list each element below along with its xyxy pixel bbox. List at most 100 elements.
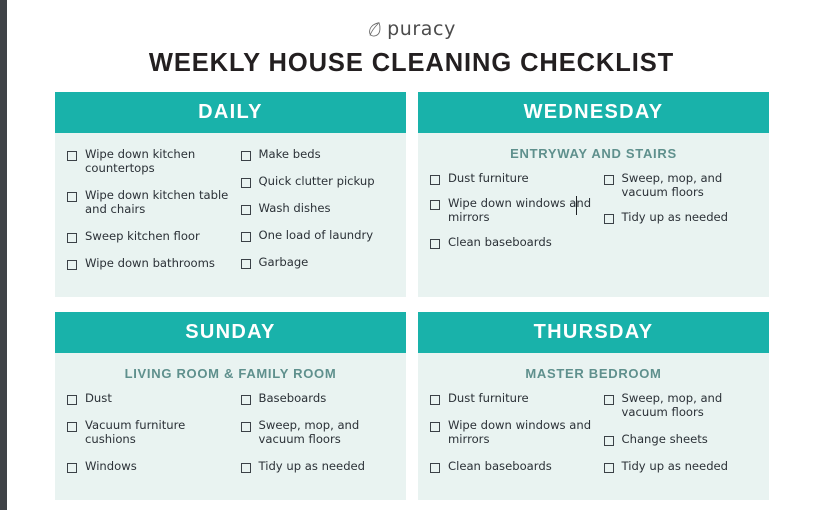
card-header-sunday: SUNDAY (55, 312, 406, 353)
task-columns: Dust furniture Wipe down windows and mirr… (430, 391, 757, 486)
checklist-item[interactable]: Change sheets (603, 432, 758, 446)
card-subheading-sunday: LIVING ROOM & FAMILY ROOM (124, 366, 337, 381)
checklist-item[interactable]: Tidy up as needed (603, 210, 758, 224)
checklist-item[interactable]: One load of laundry (240, 228, 395, 242)
task-column: Make beds Quick clutter pickup Wash dishes… (231, 147, 395, 283)
checklist-item-label: Tidy up as needed (621, 459, 729, 473)
task-column: Dust furniture Wipe down windows and mirr… (430, 391, 594, 486)
checklist-item-label: Dust furniture (448, 171, 529, 185)
card-header-thursday: THURSDAY (418, 312, 769, 353)
checkbox-icon[interactable] (603, 436, 614, 446)
checklist-item[interactable]: Sweep kitchen floor (67, 229, 231, 243)
checklist-item[interactable]: Vacuum furniture cushions (67, 418, 231, 446)
checklist-item[interactable]: Dust furniture (430, 391, 594, 405)
checklist-item-label: Dust furniture (448, 391, 529, 405)
checklist-item[interactable]: Dust (67, 391, 231, 405)
checklist-item[interactable]: Wipe down kitchen table and chairs (67, 188, 231, 216)
card-thursday: THURSDAY MASTER BEDROOM Dust furniture Wipe… (418, 312, 769, 500)
checkbox-icon[interactable] (430, 175, 440, 185)
checklist-item[interactable]: Quick clutter pickup (240, 174, 395, 188)
checkbox-icon[interactable] (67, 463, 77, 473)
checkbox-icon[interactable] (240, 259, 251, 269)
checklist-item-label: Change sheets (621, 432, 708, 446)
checklist-item[interactable]: Dust furniture (430, 171, 594, 185)
card-body-daily: Wipe down kitchen countertops Wipe down k… (55, 133, 406, 297)
checkbox-icon[interactable] (240, 422, 251, 432)
checklist-item[interactable]: Wipe down windows and mirrors (430, 418, 594, 446)
checkbox-icon[interactable] (430, 200, 440, 210)
checklist-item-label: Tidy up as needed (621, 210, 729, 224)
checklist-item-label: Wipe down windows and mirrors (448, 418, 592, 446)
checklist-item-label: One load of laundry (258, 228, 374, 242)
card-daily: DAILY Wipe down kitchen countertops Wipe d… (55, 92, 406, 297)
checklist-item-label: Garbage (258, 255, 309, 269)
checklist-item-label: Wipe down windows and mirrors (448, 196, 592, 224)
checkbox-icon[interactable] (240, 205, 251, 215)
checkbox-icon[interactable] (430, 239, 440, 249)
checkbox-icon[interactable] (67, 192, 77, 202)
checkbox-icon[interactable] (240, 151, 251, 161)
task-column: Sweep, mop, and vacuum floors Change shee… (594, 391, 758, 486)
leaf-icon (369, 22, 381, 37)
checkbox-icon[interactable] (67, 422, 77, 432)
checklist-item[interactable]: Sweep, mop, and vacuum floors (603, 391, 758, 419)
text-cursor (576, 196, 577, 215)
brand-name: puracy (387, 18, 456, 40)
task-column: Dust Vacuum furniture cushions Windows (67, 391, 231, 486)
checklist-item[interactable]: Make beds (240, 147, 395, 161)
card-body-sunday: LIVING ROOM & FAMILY ROOM Dust Vacuum furn… (55, 353, 406, 500)
checklist-item[interactable]: Clean baseboards (430, 459, 594, 473)
task-columns: Wipe down kitchen countertops Wipe down k… (67, 147, 394, 283)
checklist-item-label: Dust (85, 391, 112, 405)
checkbox-icon[interactable] (67, 233, 77, 243)
checklist-item[interactable]: Tidy up as needed (240, 459, 395, 473)
checklist-grid: DAILY Wipe down kitchen countertops Wipe d… (55, 92, 769, 500)
card-title-thursday: THURSDAY (533, 321, 654, 343)
checklist-item-label: Sweep kitchen floor (85, 229, 200, 243)
checklist-item-label: Make beds (258, 147, 321, 161)
checklist-item[interactable]: Garbage (240, 255, 395, 269)
checklist-item[interactable]: Sweep, mop, and vacuum floors (240, 418, 395, 446)
task-column: Dust furniture Wipe down windows and mirr… (430, 171, 594, 260)
checkbox-icon[interactable] (67, 260, 77, 270)
checklist-item-label: Sweep, mop, and vacuum floors (258, 418, 360, 446)
checkbox-icon[interactable] (240, 178, 251, 188)
checklist-item-label: Clean baseboards (448, 459, 552, 473)
checklist-item-label: Wipe down bathrooms (85, 256, 215, 270)
checklist-item-label: Tidy up as needed (258, 459, 366, 473)
brand-header: puracy (7, 0, 816, 42)
checklist-item[interactable]: Tidy up as needed (603, 459, 758, 473)
checkbox-icon[interactable] (603, 395, 614, 405)
checklist-item-label: Clean baseboards (448, 235, 552, 249)
checklist-item[interactable]: Baseboards (240, 391, 395, 405)
checkbox-icon[interactable] (430, 463, 440, 473)
checklist-item[interactable]: Wipe down bathrooms (67, 256, 231, 270)
checkbox-icon[interactable] (430, 395, 440, 405)
checkbox-icon[interactable] (430, 422, 440, 432)
checklist-item[interactable]: Wipe down windows and mirrors (430, 196, 594, 224)
checklist-item[interactable]: Wash dishes (240, 201, 395, 215)
card-title-daily: DAILY (198, 101, 263, 123)
checkbox-icon[interactable] (240, 395, 251, 405)
task-column: Baseboards Sweep, mop, and vacuum floors T… (231, 391, 395, 486)
checklist-item[interactable]: Windows (67, 459, 231, 473)
checkbox-icon[interactable] (603, 175, 614, 185)
checkbox-icon[interactable] (67, 151, 77, 161)
checkbox-icon[interactable] (603, 214, 614, 224)
checkbox-icon[interactable] (240, 463, 251, 473)
page-title: WEEKLY HOUSE CLEANING CHECKLIST (148, 49, 675, 77)
checklist-item[interactable]: Clean baseboards (430, 235, 594, 249)
checklist-item-label: Quick clutter pickup (258, 174, 375, 188)
checkbox-icon[interactable] (67, 395, 77, 405)
checklist-item[interactable]: Sweep, mop, and vacuum floors (603, 171, 758, 199)
card-title-sunday: SUNDAY (185, 321, 276, 343)
checklist-item[interactable]: Wipe down kitchen countertops (67, 147, 231, 175)
checklist-item-label: Vacuum furniture cushions (85, 418, 186, 446)
checklist-item-label: Wipe down kitchen countertops (85, 147, 196, 175)
task-columns: Dust furniture Wipe down windows and mirr… (430, 171, 757, 260)
card-body-wednesday: ENTRYWAY AND STAIRS Dust furniture Wipe do… (418, 133, 769, 274)
card-header-wednesday: WEDNESDAY (418, 92, 769, 133)
card-wednesday: WEDNESDAY ENTRYWAY AND STAIRS Dust furnitu… (418, 92, 769, 297)
checkbox-icon[interactable] (603, 463, 614, 473)
checkbox-icon[interactable] (240, 232, 251, 242)
